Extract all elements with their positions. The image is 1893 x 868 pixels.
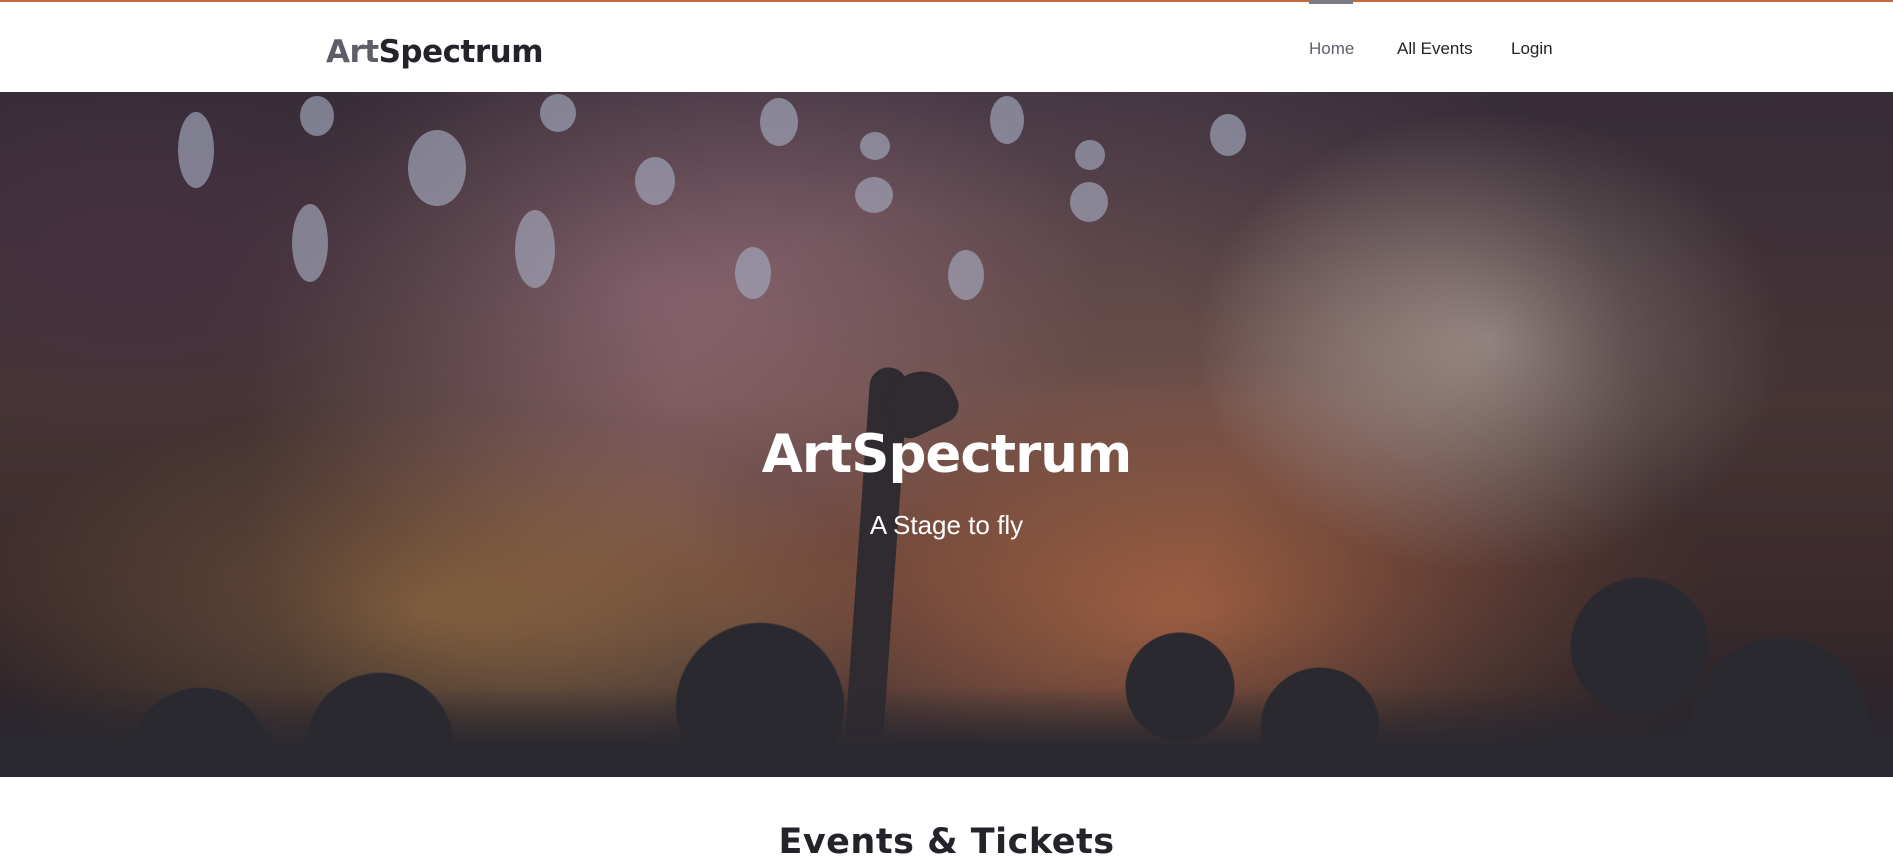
nav-login-link[interactable]: Login	[1511, 38, 1553, 60]
events-section-title: Events & Tickets	[778, 822, 1115, 862]
logo-part-spectrum: Spectrum	[378, 34, 544, 70]
nav-active-indicator	[1309, 0, 1353, 4]
logo-part-art: Art	[326, 34, 379, 70]
hero-title: ArtSpectrum	[761, 424, 1132, 485]
nav-all-events-link[interactable]: All Events	[1397, 38, 1473, 60]
site-logo[interactable]: ArtSpectrum	[326, 32, 544, 72]
hero-subtitle: A Stage to fly	[869, 510, 1024, 540]
nav-home-link[interactable]: Home	[1309, 38, 1354, 60]
navbar: ArtSpectrum Home All Events Login	[0, 0, 1893, 92]
